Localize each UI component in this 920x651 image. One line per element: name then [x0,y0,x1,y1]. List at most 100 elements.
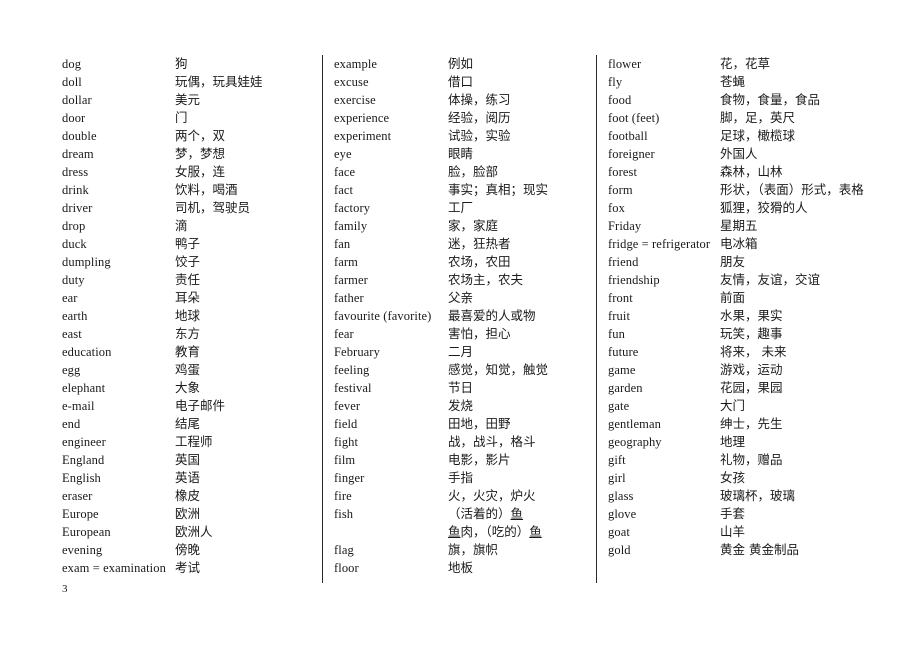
vocabulary-term: east [62,327,82,341]
vocabulary-gloss: 玻璃杯，玻璃 [720,488,796,503]
vocabulary-gloss: 英语 [175,470,201,485]
vocabulary-term: dress [62,165,89,179]
vocabulary-gloss: 电子邮件 [175,398,226,413]
vocabulary-gloss: 地板 [448,560,474,575]
vocabulary-term: eraser [62,489,93,503]
vocabulary-gloss: 山羊 [720,524,746,539]
vocabulary-term: goat [608,525,630,539]
vocabulary-entry: festival 节日 [334,379,596,397]
vocabulary-gloss: 女孩 [720,470,746,485]
vocabulary-entry: e-mail 电子邮件 [62,397,322,415]
vocabulary-term: form [608,183,633,197]
vocabulary-term: drop [62,219,86,233]
vocabulary-gloss: 门 [175,110,188,125]
vocabulary-entry: forest 森林，山林 [608,163,920,181]
vocabulary-gloss: 两个，双 [175,128,226,143]
vocabulary-term: duck [62,237,87,251]
vocabulary-entry: England 英国 [62,451,322,469]
vocabulary-entry: fox 狐狸，狡猾的人 [608,199,920,217]
vocabulary-entry: excuse 借口 [334,73,596,91]
vocabulary-entry: farm 农场，农田 [334,253,596,271]
vocabulary-gloss: 考试 [175,560,201,575]
vocabulary-term: February [334,345,380,359]
vocabulary-term: fear [334,327,354,341]
vocabulary-entry: elephant 大象 [62,379,322,397]
vocabulary-term: gentleman [608,417,661,431]
vocabulary-gloss: 脸，脸部 [448,164,499,179]
vocabulary-gloss: 责任 [175,272,201,287]
vocabulary-entry: exercise 体操，练习 [334,91,596,109]
vocabulary-entry: Friday 星期五 [608,217,920,235]
vocabulary-term: foreigner [608,147,655,161]
vocabulary-entry: father 父亲 [334,289,596,307]
vocabulary-entry: experience 经验，阅历 [334,109,596,127]
vocabulary-term: favourite (favorite) [334,309,432,323]
vocabulary-entry: garden 花园，果园 [608,379,920,397]
vocabulary-entry: floor 地板 [334,559,596,577]
vocabulary-entry: duck 鸭子 [62,235,322,253]
vocabulary-gloss: 工厂 [448,200,474,215]
vocabulary-gloss: 梦，梦想 [175,146,226,161]
gloss-underlined-part: 鱼 [448,524,461,539]
vocabulary-term: European [62,525,111,539]
vocabulary-gloss: 东方 [175,326,201,341]
vocabulary-gloss: 友情，友谊，交谊 [720,272,821,287]
vocabulary-columns: dog 狗 doll 玩偶，玩具娃娃 dollar 美元 door 门 double 两个，双 dr… [0,55,920,583]
vocabulary-gloss: 礼物，赠品 [720,452,783,467]
vocabulary-term: experiment [334,129,392,143]
vocabulary-gloss: 旗，旗帜 [448,542,499,557]
vocabulary-gloss: 教育 [175,344,201,359]
vocabulary-gloss: （活着的）鱼 [448,505,523,523]
vocabulary-entry: fight 战，战斗，格斗 [334,433,596,451]
vocabulary-term: farmer [334,273,368,287]
vocabulary-gloss: 游戏，运动 [720,362,783,377]
vocabulary-term: feeling [334,363,370,377]
vocabulary-term: drink [62,183,89,197]
vocabulary-term: duty [62,273,85,287]
vocabulary-term: face [334,165,356,179]
vocabulary-term: friend [608,255,639,269]
vocabulary-entry: fruit 水果，果实 [608,307,920,325]
vocabulary-gloss: 花园，果园 [720,380,783,395]
vocabulary-term: foot (feet) [608,111,660,125]
vocabulary-term: earth [62,309,88,323]
vocabulary-gloss: 体操，练习 [448,92,511,107]
vocabulary-term: Europe [62,507,99,521]
vocabulary-gloss: 手套 [720,506,746,521]
vocabulary-entry: fear 害怕，担心 [334,325,596,343]
vocabulary-gloss: 结尾 [175,416,201,431]
vocabulary-term: food [608,93,632,107]
vocabulary-gloss: 手指 [448,470,474,485]
vocabulary-term: dog [62,57,82,71]
vocabulary-gloss: 电影，影片 [448,452,511,467]
vocabulary-gloss: 眼睛 [448,146,474,161]
vocabulary-entry: experiment 试验，实验 [334,127,596,145]
vocabulary-entry: gentleman 绅士，先生 [608,415,920,433]
vocabulary-term: garden [608,381,643,395]
vocabulary-entry: European 欧洲人 [62,523,322,541]
vocabulary-term: experience [334,111,390,125]
vocabulary-term: ear [62,291,78,305]
vocabulary-entry: glass 玻璃杯，玻璃 [608,487,920,505]
vocabulary-gloss: 鸡蛋 [175,362,201,377]
vocabulary-gloss: 迷，狂热者 [448,236,511,251]
vocabulary-gloss: 感觉，知觉，触觉 [448,362,549,377]
vocabulary-gloss: 形状，（表面）形式，表格 [720,182,864,197]
vocabulary-term: eye [334,147,352,161]
vocabulary-gloss: 前面 [720,290,746,305]
vocabulary-gloss: 经验，阅历 [448,110,511,125]
vocabulary-term: fun [608,327,625,341]
vocabulary-term: girl [608,471,626,485]
vocabulary-entry: egg 鸡蛋 [62,361,322,379]
vocabulary-term: exam = examination [62,561,166,575]
vocabulary-entry: gift 礼物，赠品 [608,451,920,469]
vocabulary-entry: gate 大门 [608,397,920,415]
vocabulary-gloss: 食物，食量，食品 [720,92,821,107]
vocabulary-entry: fan 迷，狂热者 [334,235,596,253]
vocabulary-term: double [62,129,97,143]
vocabulary-gloss: 农场主，农夫 [448,272,524,287]
vocabulary-term: egg [62,363,81,377]
vocabulary-gloss: 大象 [175,380,201,395]
vocabulary-gloss: 英国 [175,452,201,467]
vocabulary-entry: favourite (favorite) 最喜爱的人或物 [334,307,596,325]
